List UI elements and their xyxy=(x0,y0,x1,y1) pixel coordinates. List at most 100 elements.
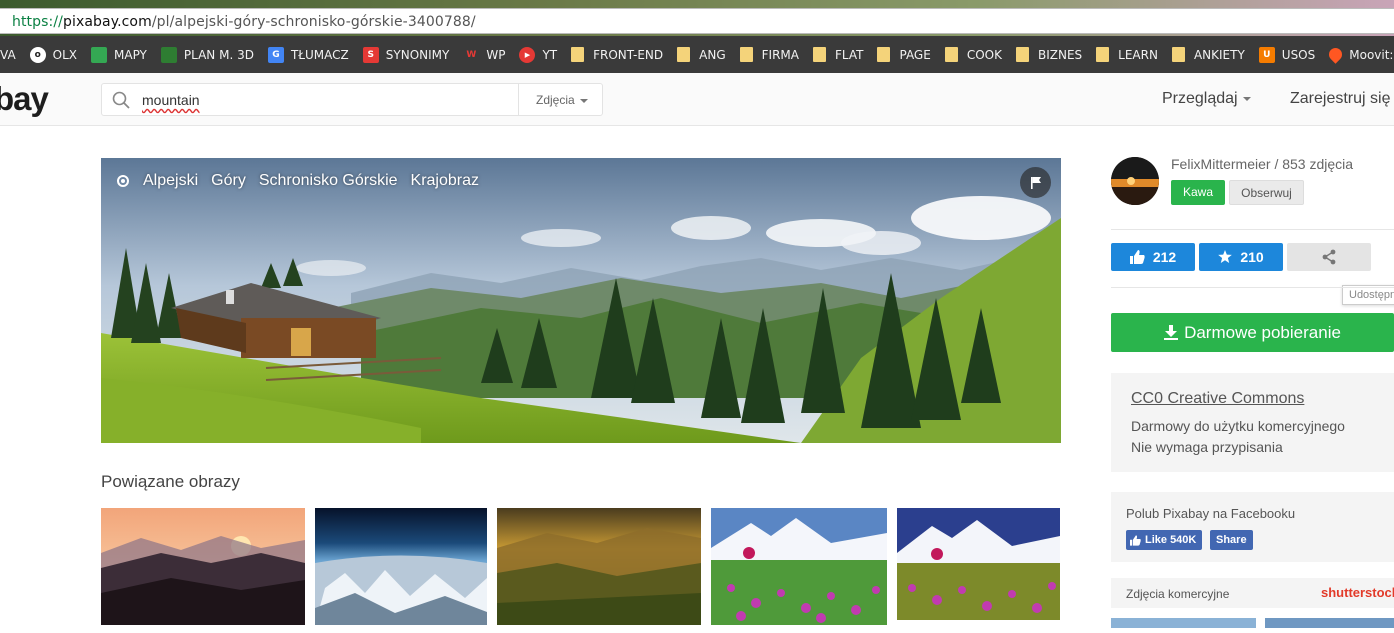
bookmark-label: FRONT-END xyxy=(593,47,664,62)
bookmark-item[interactable]: G TŁUMACZ xyxy=(267,46,349,63)
url-path: /pl/alpejski-góry-schronisko-górskie-340… xyxy=(151,14,476,30)
folder-icon xyxy=(877,47,891,62)
folder-icon xyxy=(1015,47,1029,62)
u-icon: U xyxy=(1258,46,1275,63)
bookmark-label: WP xyxy=(486,47,506,62)
wp-icon: W xyxy=(466,49,477,60)
thumb-aerial-alps xyxy=(315,508,487,625)
license-commercial-use: Darmowy do użytku komercyjnego xyxy=(1131,418,1345,434)
bookmark-label: OLX xyxy=(52,47,78,62)
folder-icon xyxy=(739,47,753,62)
thumb-golden-valley xyxy=(497,508,701,625)
bookmark-item[interactable]: ANG xyxy=(677,47,726,62)
commercial-thumbs[interactable] xyxy=(1111,615,1394,628)
bookmark-item[interactable]: o OLX xyxy=(29,46,78,63)
bookmark-item[interactable]: PLAN M. 3D xyxy=(160,46,254,63)
register-link[interactable]: Zarejestruj się xyxy=(1290,90,1390,108)
author-name[interactable]: FelixMittermeier / 853 zdjęcia xyxy=(1171,156,1353,172)
photo-mountain-landscape xyxy=(101,158,1061,443)
youtube-icon: ▶ xyxy=(519,46,536,63)
maps-icon xyxy=(91,46,108,63)
free-download-button[interactable]: Darmowe pobieranie xyxy=(1111,313,1394,352)
license-link[interactable]: CC0 Creative Commons xyxy=(1131,390,1304,408)
commercial-title: Zdjęcia komercyjne xyxy=(1126,587,1230,601)
related-image-thumb[interactable] xyxy=(897,508,1060,620)
related-image-thumb[interactable] xyxy=(315,508,487,625)
license-box: CC0 Creative Commons Darmowy do użytku k… xyxy=(1111,373,1394,472)
bookmark-item[interactable]: MAPY xyxy=(91,46,147,63)
folder-icon xyxy=(944,47,958,62)
star-icon xyxy=(1218,250,1233,263)
bookmark-item[interactable]: Moovit: Komunikac xyxy=(1326,45,1394,64)
related-image-thumb[interactable] xyxy=(711,508,887,625)
bookmark-item[interactable]: LEARN xyxy=(1096,47,1158,62)
report-button[interactable] xyxy=(1020,167,1051,198)
facebook-like-label: Like 540K xyxy=(1145,534,1197,546)
bookmark-item[interactable]: BIZNES xyxy=(1015,47,1083,62)
tag-link[interactable]: Alpejski xyxy=(143,172,198,190)
bookmark-label: BIZNES xyxy=(1037,47,1083,62)
tag-link[interactable]: Schronisko Górskie xyxy=(259,172,398,190)
bookmark-item[interactable]: PAGE xyxy=(877,47,931,62)
related-images-heading: Powiązane obrazy xyxy=(101,472,240,491)
tag-link[interactable]: Krajobraz xyxy=(411,172,479,190)
s-icon: S xyxy=(362,46,379,63)
browse-menu[interactable]: Przeglądaj xyxy=(1162,90,1251,108)
bookmark-item[interactable]: FIRMA xyxy=(739,47,799,62)
bookmark-label: PLAN M. 3D xyxy=(183,47,254,62)
thumbs-up-icon xyxy=(1130,534,1141,546)
bookmark-label: VA xyxy=(0,47,16,62)
facebook-like-button[interactable]: Like 540K xyxy=(1126,530,1203,550)
bookmark-item[interactable]: VA xyxy=(0,48,16,62)
related-image-thumb[interactable] xyxy=(101,508,305,625)
url-host: pixabay.com xyxy=(62,14,152,30)
bookmark-item[interactable]: ANKIETY xyxy=(1171,47,1245,62)
bookmark-label: SYNONIMY xyxy=(385,47,450,62)
avatar-image xyxy=(1111,157,1159,205)
bookmark-item[interactable]: U USOS xyxy=(1258,46,1316,63)
thumbs-up-icon xyxy=(1129,250,1145,264)
url-scheme: https:// xyxy=(12,14,63,30)
follow-button[interactable]: Obserwuj xyxy=(1229,180,1304,205)
url-text[interactable]: https://pixabay.com/pl/alpejski-góry-sch… xyxy=(12,14,476,30)
thumb-sunset-mountains xyxy=(101,508,305,625)
folder-icon xyxy=(1096,47,1110,62)
author-avatar[interactable] xyxy=(1111,157,1159,205)
favorite-button[interactable]: 210 xyxy=(1199,243,1283,271)
license-no-attribution: Nie wymaga przypisania xyxy=(1131,439,1283,455)
browse-label: Przeglądaj xyxy=(1162,90,1238,107)
folder-icon xyxy=(812,47,826,62)
bookmark-item[interactable]: ▶ YT xyxy=(519,46,557,63)
bookmark-label: FIRMA xyxy=(761,47,799,62)
facebook-share-button[interactable]: Share xyxy=(1210,530,1253,550)
bookmark-label: COOK xyxy=(966,47,1002,62)
translate-icon: G xyxy=(267,46,284,63)
coffee-button[interactable]: Kawa xyxy=(1171,180,1225,205)
search-box[interactable]: mountain Zdjęcia xyxy=(101,83,603,116)
share-button[interactable] xyxy=(1287,243,1371,271)
like-button[interactable]: 212 xyxy=(1111,243,1195,271)
like-count: 212 xyxy=(1152,249,1177,265)
shutterstock-logo[interactable]: shutterstock xyxy=(1321,585,1394,600)
search-input[interactable]: mountain xyxy=(142,92,200,108)
related-image-thumb[interactable] xyxy=(497,508,701,625)
search-icon[interactable] xyxy=(112,91,130,109)
bookmark-item[interactable]: COOK xyxy=(944,47,1002,62)
bookmark-item[interactable]: S SYNONIMY xyxy=(362,46,450,63)
pixabay-logo[interactable]: bay xyxy=(0,80,49,118)
camera-icon xyxy=(117,175,129,187)
search-type-dropdown[interactable]: Zdjęcia xyxy=(518,84,603,115)
bookmark-item[interactable]: W WP xyxy=(463,47,505,63)
bookmark-label: ANKIETY xyxy=(1193,47,1245,62)
bookmark-item[interactable]: FLAT xyxy=(812,47,863,62)
tag-link[interactable]: Góry xyxy=(211,172,246,190)
address-bar[interactable]: https://pixabay.com/pl/alpejski-góry-sch… xyxy=(0,8,1394,34)
thumb-flower-meadow xyxy=(711,508,887,625)
main-photo[interactable]: Alpejski Góry Schronisko Górskie Krajobr… xyxy=(101,158,1061,443)
bookmark-label: USOS xyxy=(1281,47,1316,62)
folder-icon xyxy=(1171,47,1185,62)
site-header: bay mountain Zdjęcia Przeglądaj Zarejest… xyxy=(0,73,1394,126)
commercial-photos-box: Zdjęcia komercyjne shutterstock xyxy=(1111,578,1394,608)
bookmark-label: Moovit: Komunikac xyxy=(1349,47,1394,62)
bookmark-item[interactable]: FRONT-END xyxy=(571,47,663,62)
